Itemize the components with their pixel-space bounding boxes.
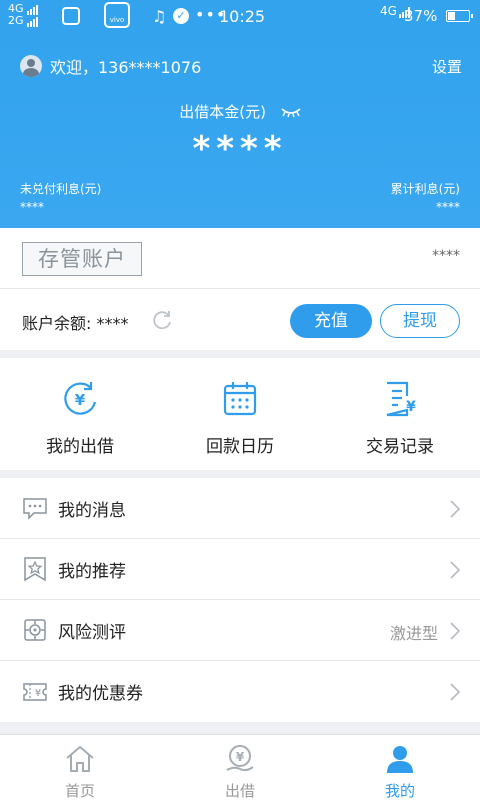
custody-account-card: 存管账户 **** 账户余额: **** 充值 提现: [0, 228, 480, 350]
battery-icon: [446, 10, 473, 22]
svg-text:¥: ¥: [75, 391, 86, 409]
divider: [0, 288, 480, 289]
nav-home[interactable]: 首页: [0, 735, 160, 800]
bottom-navigation: 首页 ¥ 出借 我的: [0, 734, 480, 800]
unpaid-interest-value: ****: [20, 200, 44, 214]
quick-actions: ¥ 我的出借 回款日历 ¥ 交易记录: [0, 358, 480, 470]
svg-text:¥: ¥: [406, 399, 416, 415]
nav-label: 首页: [64, 782, 95, 800]
quick-action-repayment-calendar[interactable]: 回款日历: [160, 358, 320, 470]
chevron-right-icon: [450, 683, 461, 705]
custody-account-tag: 存管账户: [22, 242, 142, 276]
refresh-icon[interactable]: [150, 308, 174, 336]
menu-item-label: 风险测评: [58, 622, 126, 643]
status-time: 10:25: [219, 7, 266, 26]
menu-item-label: 我的消息: [58, 500, 126, 521]
nav-mine[interactable]: 我的: [320, 735, 480, 800]
calendar-icon: [221, 380, 259, 422]
quick-action-label: 我的出借: [46, 437, 114, 457]
unpaid-interest-label: 未兑付利息(元): [20, 182, 102, 196]
battery-percent: 37%: [404, 7, 438, 25]
chevron-right-icon: [450, 561, 461, 583]
menu-item-my-recommendations[interactable]: 我的推荐: [0, 539, 480, 600]
status-bar: 4G 2G vivo ♫ ✓ ••• 10:25 4G 37%: [0, 0, 480, 34]
quick-action-my-lending[interactable]: ¥ 我的出借: [0, 358, 160, 470]
quick-action-transaction-record[interactable]: ¥ 交易记录: [320, 358, 480, 470]
risk-target-icon: [22, 617, 48, 643]
lend-yuan-icon: ¥: [61, 380, 99, 422]
menu-item-risk-assessment[interactable]: 风险测评 激进型: [0, 600, 480, 661]
avatar-icon[interactable]: [20, 55, 42, 77]
custody-account-value: ****: [432, 248, 460, 264]
nav-label: 出借: [224, 782, 255, 800]
vivo-app-label: vivo: [109, 16, 125, 24]
lend-icon: ¥: [224, 744, 256, 778]
welcome-area: 欢迎，136****1076: [20, 54, 201, 78]
home-icon: [64, 744, 96, 778]
app-notification-icon: [62, 7, 80, 25]
network-type-right: 4G: [380, 4, 397, 18]
profile-icon: [384, 744, 416, 778]
vivo-app-icon: vivo: [104, 2, 130, 28]
recharge-button[interactable]: 充值: [290, 304, 372, 338]
battery-fill: [448, 12, 456, 20]
network-indicator-sim: 4G 2G: [8, 3, 39, 27]
settings-menu: 我的消息 我的推荐 风险测评 激进型 ¥ 我的优惠券: [0, 478, 480, 722]
principal-value: ****: [192, 129, 288, 169]
recommend-icon: [22, 556, 48, 582]
svg-text:¥: ¥: [236, 750, 245, 764]
menu-item-label: 我的优惠券: [58, 684, 143, 704]
withdraw-button[interactable]: 提现: [380, 304, 460, 338]
network-type-bottom: 2G: [8, 14, 24, 27]
coupon-icon: ¥: [22, 679, 48, 705]
nav-label: 我的: [384, 782, 415, 800]
quick-action-label: 交易记录: [366, 437, 434, 457]
account-header: 欢迎，136****1076 设置 出借本金(元) **** 未兑付利息(元) …: [0, 34, 480, 228]
total-interest-label: 累计利息(元): [390, 182, 460, 196]
nav-lend[interactable]: ¥ 出借: [160, 735, 320, 800]
music-icon: ♫: [152, 7, 167, 26]
message-icon: [22, 495, 48, 521]
menu-item-my-messages[interactable]: 我的消息: [0, 478, 480, 539]
chevron-right-icon: [450, 500, 461, 522]
eye-closed-icon[interactable]: [281, 104, 301, 122]
menu-item-my-coupons[interactable]: ¥ 我的优惠券: [0, 661, 480, 722]
svg-text:¥: ¥: [35, 688, 41, 699]
principal-label-row: 出借本金(元): [0, 101, 480, 122]
settings-button[interactable]: 设置: [432, 56, 462, 77]
menu-item-label: 我的推荐: [58, 561, 126, 582]
principal-label: 出借本金(元): [179, 103, 266, 121]
check-icon: ✓: [173, 8, 189, 24]
risk-level-value: 激进型: [389, 624, 438, 643]
account-balance: 账户余额: ****: [22, 314, 129, 333]
total-interest-value: ****: [436, 200, 460, 214]
chevron-right-icon: [450, 622, 461, 644]
welcome-text: 欢迎，136****1076: [50, 58, 202, 77]
transaction-record-icon: ¥: [381, 380, 419, 422]
quick-action-label: 回款日历: [206, 437, 274, 457]
